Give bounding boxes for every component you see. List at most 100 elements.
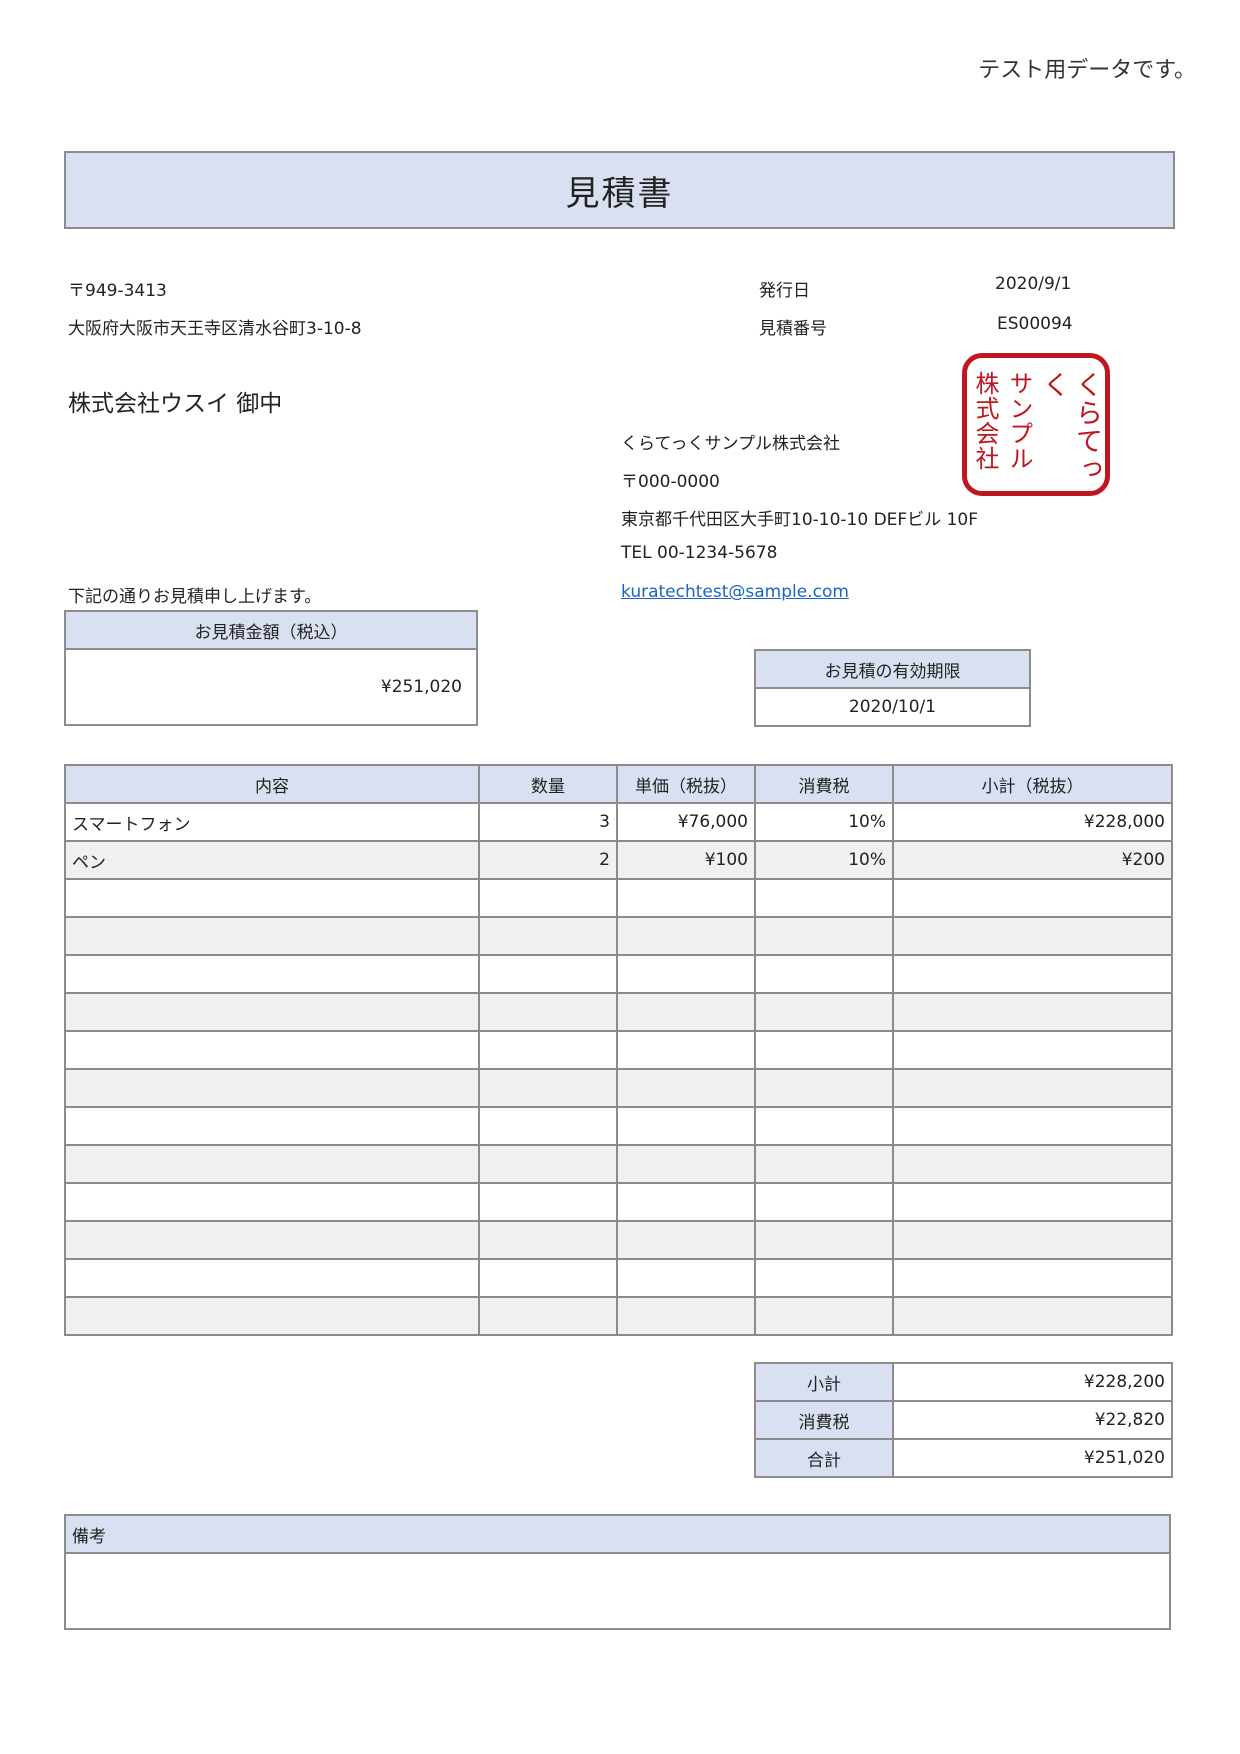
item-unit-price <box>616 1220 756 1260</box>
header-quantity: 数量 <box>478 764 618 804</box>
item-tax <box>754 1068 894 1108</box>
summary-total-value: ¥251,020 <box>892 1438 1173 1478</box>
item-tax: 10% <box>754 802 894 842</box>
item-unit-price <box>616 992 756 1032</box>
remarks-value[interactable] <box>64 1552 1171 1630</box>
item-subtotal <box>892 1296 1173 1336</box>
item-tax <box>754 1296 894 1336</box>
issuer-address: 東京都千代田区大手町10-10-10 DEFビル 10F <box>621 510 978 530</box>
seal-line-3: 株式会社 <box>971 371 999 471</box>
table-row <box>64 992 1173 1032</box>
item-description <box>64 1144 480 1184</box>
summary-subtotal-label: 小計 <box>754 1362 894 1402</box>
item-subtotal <box>892 1182 1173 1222</box>
validity-label: お見積の有効期限 <box>754 649 1031 689</box>
table-row <box>64 1296 1173 1336</box>
item-unit-price <box>616 1258 756 1298</box>
item-description <box>64 954 480 994</box>
quote-number: ES00094 <box>997 314 1073 334</box>
item-quantity <box>478 1182 618 1222</box>
header-subtotal: 小計（税抜） <box>892 764 1173 804</box>
item-quantity <box>478 916 618 956</box>
summary-total-label: 合計 <box>754 1438 894 1478</box>
item-quantity <box>478 878 618 918</box>
table-row <box>64 1030 1173 1070</box>
item-quantity <box>478 1220 618 1260</box>
item-quantity: 2 <box>478 840 618 880</box>
estimate-total-value: ¥251,020 <box>64 648 478 726</box>
item-unit-price <box>616 1296 756 1336</box>
item-description <box>64 1296 480 1336</box>
item-subtotal <box>892 1068 1173 1108</box>
item-subtotal <box>892 1258 1173 1298</box>
remarks-label: 備考 <box>64 1514 1171 1554</box>
client-address: 大阪府大阪市天王寺区清水谷町3-10-8 <box>68 319 362 339</box>
item-description <box>64 1030 480 1070</box>
item-tax <box>754 1144 894 1184</box>
item-tax <box>754 992 894 1032</box>
table-row <box>64 954 1173 994</box>
item-subtotal <box>892 916 1173 956</box>
item-tax <box>754 1106 894 1146</box>
summary-row: 小計 ¥228,200 <box>754 1362 1173 1402</box>
item-quantity <box>478 1296 618 1336</box>
test-data-note: テスト用データです。 <box>978 58 1196 83</box>
item-subtotal <box>892 1144 1173 1184</box>
estimate-total-label: お見積金額（税込） <box>64 610 478 650</box>
remarks-box: 備考 <box>64 1514 1171 1630</box>
item-subtotal <box>892 1220 1173 1260</box>
item-description <box>64 992 480 1032</box>
item-tax <box>754 916 894 956</box>
item-subtotal <box>892 992 1173 1032</box>
items-table: 内容 数量 単価（税抜） 消費税 小計（税抜） スマートフォン 3 ¥76,000 1… <box>64 764 1173 1336</box>
item-quantity <box>478 1106 618 1146</box>
item-subtotal <box>892 878 1173 918</box>
item-subtotal <box>892 1106 1173 1146</box>
item-description <box>64 916 480 956</box>
table-row <box>64 1182 1173 1222</box>
summary-row: 消費税 ¥22,820 <box>754 1400 1173 1440</box>
item-description <box>64 1106 480 1146</box>
company-seal: くらてっく サンプル 株式会社 <box>962 353 1110 496</box>
item-quantity <box>478 1258 618 1298</box>
seal-line-2: サンプル <box>1005 371 1033 471</box>
client-name: 株式会社ウスイ 御中 <box>68 391 283 417</box>
item-tax <box>754 878 894 918</box>
item-description <box>64 1182 480 1222</box>
table-row <box>64 878 1173 918</box>
item-unit-price <box>616 878 756 918</box>
item-subtotal <box>892 954 1173 994</box>
item-quantity <box>478 992 618 1032</box>
item-subtotal <box>892 1030 1173 1070</box>
seal-line-1: くらてっく <box>1038 371 1102 483</box>
item-quantity <box>478 954 618 994</box>
item-unit-price <box>616 1182 756 1222</box>
summary-table: 小計 ¥228,200 消費税 ¥22,820 合計 ¥251,020 <box>754 1362 1173 1478</box>
table-row <box>64 1220 1173 1260</box>
issuer-company: くらてっくサンプル株式会社 <box>621 434 840 454</box>
item-description <box>64 1068 480 1108</box>
item-unit-price <box>616 1030 756 1070</box>
item-tax <box>754 954 894 994</box>
quote-number-label: 見積番号 <box>759 319 827 339</box>
summary-tax-value: ¥22,820 <box>892 1400 1173 1440</box>
summary-row: 合計 ¥251,020 <box>754 1438 1173 1478</box>
item-unit-price: ¥100 <box>616 840 756 880</box>
issuer-postal: 〒000-0000 <box>621 472 720 492</box>
item-subtotal: ¥228,000 <box>892 802 1173 842</box>
estimate-total-box: お見積金額（税込） ¥251,020 <box>64 610 478 726</box>
header-description: 内容 <box>64 764 480 804</box>
table-row <box>64 1258 1173 1298</box>
item-tax <box>754 1182 894 1222</box>
issuer-email-link[interactable]: kuratechtest@sample.com <box>621 582 849 602</box>
document-title: 見積書 <box>64 151 1175 229</box>
summary-tax-label: 消費税 <box>754 1400 894 1440</box>
item-quantity <box>478 1068 618 1108</box>
item-quantity <box>478 1144 618 1184</box>
table-row <box>64 1144 1173 1184</box>
item-tax <box>754 1030 894 1070</box>
item-unit-price <box>616 1106 756 1146</box>
header-unit-price: 単価（税抜） <box>616 764 756 804</box>
issuer-tel: TEL 00-1234-5678 <box>621 543 778 563</box>
validity-box: お見積の有効期限 2020/10/1 <box>754 649 1031 727</box>
